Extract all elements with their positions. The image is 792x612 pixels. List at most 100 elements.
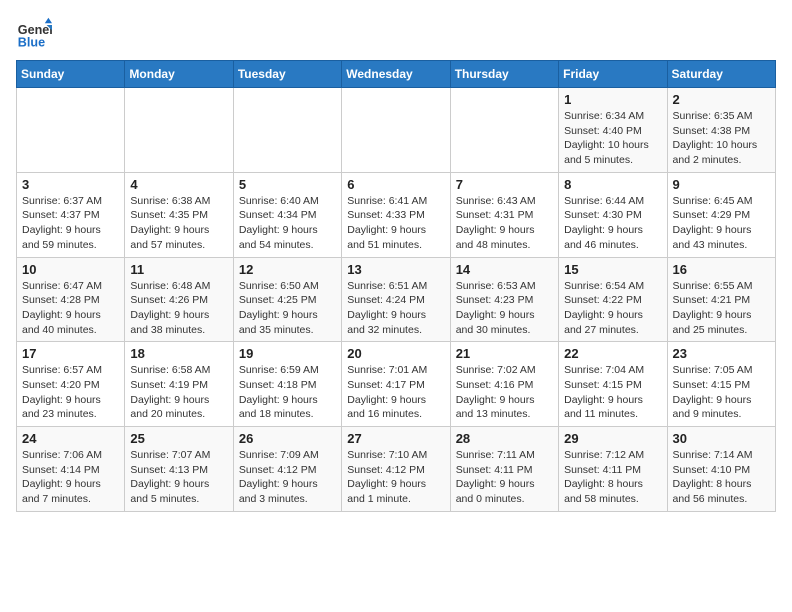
day-number: 5 — [239, 177, 336, 192]
day-info: Sunrise: 6:54 AM Sunset: 4:22 PM Dayligh… — [564, 279, 661, 338]
calendar-week-2: 3 Sunrise: 6:37 AM Sunset: 4:37 PM Daylig… — [17, 172, 776, 257]
day-info: Sunrise: 7:05 AM Sunset: 4:15 PM Dayligh… — [673, 363, 770, 422]
day-info: Sunrise: 7:10 AM Sunset: 4:12 PM Dayligh… — [347, 448, 444, 507]
day-info: Sunrise: 7:01 AM Sunset: 4:17 PM Dayligh… — [347, 363, 444, 422]
svg-text:Blue: Blue — [18, 36, 45, 50]
day-number: 25 — [130, 431, 227, 446]
weekday-header-wednesday: Wednesday — [342, 61, 450, 88]
day-info: Sunrise: 6:50 AM Sunset: 4:25 PM Dayligh… — [239, 279, 336, 338]
day-number: 19 — [239, 346, 336, 361]
calendar-week-5: 24 Sunrise: 7:06 AM Sunset: 4:14 PM Dayli… — [17, 427, 776, 512]
day-info: Sunrise: 7:11 AM Sunset: 4:11 PM Dayligh… — [456, 448, 553, 507]
day-number: 12 — [239, 262, 336, 277]
day-number: 3 — [22, 177, 119, 192]
day-number: 27 — [347, 431, 444, 446]
calendar-cell: 7 Sunrise: 6:43 AM Sunset: 4:31 PM Daylig… — [450, 172, 558, 257]
calendar-cell: 22 Sunrise: 7:04 AM Sunset: 4:15 PM Dayli… — [559, 342, 667, 427]
calendar-cell — [342, 88, 450, 173]
calendar-cell: 14 Sunrise: 6:53 AM Sunset: 4:23 PM Dayli… — [450, 257, 558, 342]
calendar-cell: 12 Sunrise: 6:50 AM Sunset: 4:25 PM Dayli… — [233, 257, 341, 342]
calendar-cell: 25 Sunrise: 7:07 AM Sunset: 4:13 PM Dayli… — [125, 427, 233, 512]
day-number: 15 — [564, 262, 661, 277]
calendar-cell: 3 Sunrise: 6:37 AM Sunset: 4:37 PM Daylig… — [17, 172, 125, 257]
calendar-cell: 21 Sunrise: 7:02 AM Sunset: 4:16 PM Dayli… — [450, 342, 558, 427]
day-info: Sunrise: 6:48 AM Sunset: 4:26 PM Dayligh… — [130, 279, 227, 338]
day-number: 16 — [673, 262, 770, 277]
weekday-header-monday: Monday — [125, 61, 233, 88]
day-number: 20 — [347, 346, 444, 361]
day-info: Sunrise: 6:41 AM Sunset: 4:33 PM Dayligh… — [347, 194, 444, 253]
day-info: Sunrise: 6:51 AM Sunset: 4:24 PM Dayligh… — [347, 279, 444, 338]
calendar-cell: 13 Sunrise: 6:51 AM Sunset: 4:24 PM Dayli… — [342, 257, 450, 342]
calendar-cell — [450, 88, 558, 173]
day-info: Sunrise: 6:58 AM Sunset: 4:19 PM Dayligh… — [130, 363, 227, 422]
day-info: Sunrise: 6:47 AM Sunset: 4:28 PM Dayligh… — [22, 279, 119, 338]
calendar-week-3: 10 Sunrise: 6:47 AM Sunset: 4:28 PM Dayli… — [17, 257, 776, 342]
logo: General Blue — [16, 16, 52, 52]
day-number: 14 — [456, 262, 553, 277]
day-info: Sunrise: 6:38 AM Sunset: 4:35 PM Dayligh… — [130, 194, 227, 253]
day-info: Sunrise: 7:09 AM Sunset: 4:12 PM Dayligh… — [239, 448, 336, 507]
calendar-cell: 15 Sunrise: 6:54 AM Sunset: 4:22 PM Dayli… — [559, 257, 667, 342]
calendar-cell — [17, 88, 125, 173]
day-number: 10 — [22, 262, 119, 277]
day-number: 23 — [673, 346, 770, 361]
day-number: 18 — [130, 346, 227, 361]
calendar-cell: 24 Sunrise: 7:06 AM Sunset: 4:14 PM Dayli… — [17, 427, 125, 512]
day-info: Sunrise: 7:04 AM Sunset: 4:15 PM Dayligh… — [564, 363, 661, 422]
day-info: Sunrise: 7:14 AM Sunset: 4:10 PM Dayligh… — [673, 448, 770, 507]
day-number: 30 — [673, 431, 770, 446]
day-number: 6 — [347, 177, 444, 192]
calendar-cell: 19 Sunrise: 6:59 AM Sunset: 4:18 PM Dayli… — [233, 342, 341, 427]
calendar-cell: 8 Sunrise: 6:44 AM Sunset: 4:30 PM Daylig… — [559, 172, 667, 257]
calendar-cell: 11 Sunrise: 6:48 AM Sunset: 4:26 PM Dayli… — [125, 257, 233, 342]
day-info: Sunrise: 6:44 AM Sunset: 4:30 PM Dayligh… — [564, 194, 661, 253]
calendar-cell: 17Sunrise: 6:57 AM Sunset: 4:20 PM Dayli… — [17, 342, 125, 427]
calendar-cell — [233, 88, 341, 173]
logo-icon: General Blue — [16, 16, 52, 52]
day-number: 8 — [564, 177, 661, 192]
calendar-cell: 29Sunrise: 7:12 AM Sunset: 4:11 PM Dayli… — [559, 427, 667, 512]
calendar-cell: 23 Sunrise: 7:05 AM Sunset: 4:15 PM Dayli… — [667, 342, 775, 427]
day-info: Sunrise: 6:43 AM Sunset: 4:31 PM Dayligh… — [456, 194, 553, 253]
day-info: Sunrise: 7:07 AM Sunset: 4:13 PM Dayligh… — [130, 448, 227, 507]
day-info: Sunrise: 6:59 AM Sunset: 4:18 PM Dayligh… — [239, 363, 336, 422]
calendar-cell: 6 Sunrise: 6:41 AM Sunset: 4:33 PM Daylig… — [342, 172, 450, 257]
weekday-header-tuesday: Tuesday — [233, 61, 341, 88]
calendar-cell: 2 Sunrise: 6:35 AM Sunset: 4:38 PM Daylig… — [667, 88, 775, 173]
calendar-cell: 4 Sunrise: 6:38 AM Sunset: 4:35 PM Daylig… — [125, 172, 233, 257]
day-number: 4 — [130, 177, 227, 192]
day-number: 2 — [673, 92, 770, 107]
day-info: Sunrise: 6:55 AM Sunset: 4:21 PM Dayligh… — [673, 279, 770, 338]
page-header: General Blue — [16, 16, 776, 52]
calendar-cell: 27 Sunrise: 7:10 AM Sunset: 4:12 PM Dayli… — [342, 427, 450, 512]
day-info: Sunrise: 6:57 AM Sunset: 4:20 PM Dayligh… — [22, 363, 119, 422]
day-info: Sunrise: 6:53 AM Sunset: 4:23 PM Dayligh… — [456, 279, 553, 338]
day-number: 9 — [673, 177, 770, 192]
day-info: Sunrise: 6:35 AM Sunset: 4:38 PM Dayligh… — [673, 109, 770, 168]
day-number: 22 — [564, 346, 661, 361]
calendar-cell: 30 Sunrise: 7:14 AM Sunset: 4:10 PM Dayli… — [667, 427, 775, 512]
calendar-table: SundayMondayTuesdayWednesdayThursdayFrid… — [16, 60, 776, 512]
day-info: Sunrise: 7:02 AM Sunset: 4:16 PM Dayligh… — [456, 363, 553, 422]
calendar-cell: 26 Sunrise: 7:09 AM Sunset: 4:12 PM Dayli… — [233, 427, 341, 512]
day-number: 7 — [456, 177, 553, 192]
calendar-week-4: 17Sunrise: 6:57 AM Sunset: 4:20 PM Dayli… — [17, 342, 776, 427]
day-number: 21 — [456, 346, 553, 361]
day-info: Sunrise: 7:06 AM Sunset: 4:14 PM Dayligh… — [22, 448, 119, 507]
weekday-header-friday: Friday — [559, 61, 667, 88]
weekday-header-sunday: Sunday — [17, 61, 125, 88]
day-number: 11 — [130, 262, 227, 277]
day-info: Sunrise: 6:37 AM Sunset: 4:37 PM Dayligh… — [22, 194, 119, 253]
day-number: 13 — [347, 262, 444, 277]
day-number: 1 — [564, 92, 661, 107]
day-number: 26 — [239, 431, 336, 446]
calendar-cell: 5Sunrise: 6:40 AM Sunset: 4:34 PM Daylig… — [233, 172, 341, 257]
calendar-cell: 1 Sunrise: 6:34 AM Sunset: 4:40 PM Daylig… — [559, 88, 667, 173]
day-number: 29 — [564, 431, 661, 446]
calendar-cell: 10 Sunrise: 6:47 AM Sunset: 4:28 PM Dayli… — [17, 257, 125, 342]
day-number: 24 — [22, 431, 119, 446]
calendar-cell: 18 Sunrise: 6:58 AM Sunset: 4:19 PM Dayli… — [125, 342, 233, 427]
calendar-week-1: 1 Sunrise: 6:34 AM Sunset: 4:40 PM Daylig… — [17, 88, 776, 173]
day-info: Sunrise: 6:34 AM Sunset: 4:40 PM Dayligh… — [564, 109, 661, 168]
